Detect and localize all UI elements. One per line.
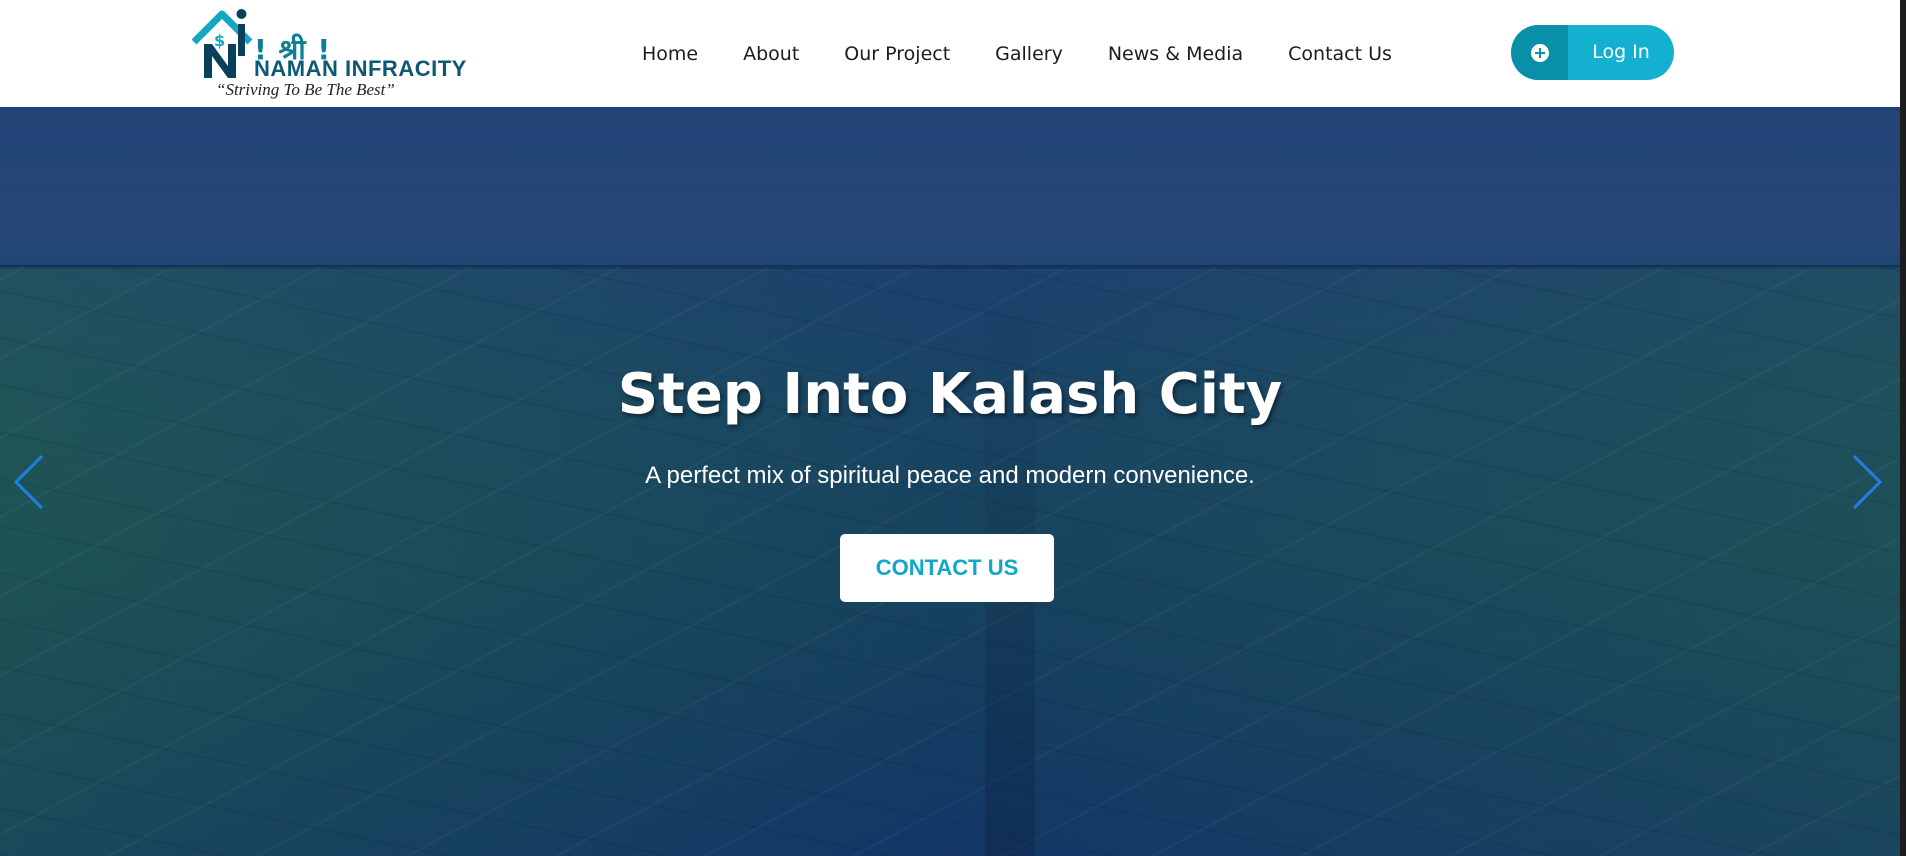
hero-subtitle: A perfect mix of spiritual peace and mod… <box>645 462 1255 489</box>
house-logo-icon: $ <box>192 9 253 78</box>
nav-item-about[interactable]: About <box>743 43 799 65</box>
hero-title: Step Into Kalash City <box>617 362 1283 427</box>
site-logo[interactable]: $ ! श्री ! NAMAN INFRACITY “Striving To … <box>192 4 466 104</box>
slider-next-button[interactable] <box>1846 452 1886 512</box>
hero-slider: Step Into Kalash City A perfect mix of s… <box>0 107 1900 856</box>
page-scrollbar[interactable] <box>1900 0 1906 856</box>
login-icon-area <box>1511 25 1568 80</box>
contact-us-button[interactable]: CONTACT US <box>840 534 1054 602</box>
main-nav: Home About Our Project Gallery News & Me… <box>642 0 1392 107</box>
plus-circle-icon <box>1530 43 1549 62</box>
slider-prev-button[interactable] <box>10 452 50 512</box>
nav-item-our-project[interactable]: Our Project <box>844 43 950 65</box>
chevron-left-icon <box>13 454 44 510</box>
login-label: Log In <box>1592 41 1650 63</box>
site-header: $ ! श्री ! NAMAN INFRACITY “Striving To … <box>0 0 1900 107</box>
login-button[interactable]: Log In <box>1511 25 1674 80</box>
nav-item-contact-us[interactable]: Contact Us <box>1288 43 1392 65</box>
nav-item-gallery[interactable]: Gallery <box>995 43 1063 65</box>
svg-text:$: $ <box>214 31 225 50</box>
logo-tagline: “Striving To Be The Best” <box>216 80 395 99</box>
chevron-right-icon <box>1852 454 1883 510</box>
nav-item-home[interactable]: Home <box>642 43 698 65</box>
logo-brand-name: NAMAN INFRACITY <box>254 56 467 81</box>
nav-item-news-media[interactable]: News & Media <box>1108 43 1243 65</box>
